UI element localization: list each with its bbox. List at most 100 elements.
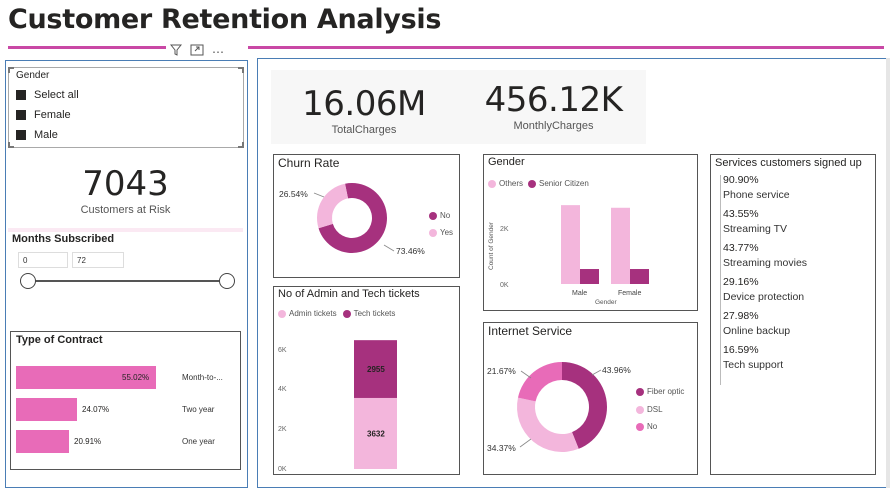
legend-label: Fiber optic [647, 387, 685, 396]
donut-slice-yes[interactable] [317, 183, 349, 229]
service-item: 43.55% Streaming TV [723, 207, 875, 237]
churn-yes-pct: 26.54% [279, 189, 308, 199]
service-percentage: 16.59% [723, 344, 759, 356]
gender-bar-others[interactable] [611, 207, 630, 284]
donut-slice-dsl[interactable] [517, 397, 579, 452]
total-charges-card: 16.06M TotalCharges [289, 84, 439, 136]
service-item: 27.98% Online backup [723, 309, 875, 339]
page-title: Customer Retention Analysis [8, 4, 442, 35]
tickets-chart-title: No of Admin and Tech tickets [278, 288, 420, 300]
legend-no[interactable]: No [429, 211, 450, 220]
legend-yes[interactable]: Yes [429, 228, 453, 237]
tickets-admin-label: 3632 [367, 429, 385, 438]
contract-bar-value: 24.07% [82, 405, 110, 414]
customers-at-risk-value: 7043 [82, 164, 169, 204]
service-percentage: 43.77% [723, 242, 759, 254]
gender-bar-senior-citizen[interactable] [630, 269, 649, 284]
gender-chart: Gender Others Senior Citizen Count of Ge… [483, 154, 698, 311]
internet-dsl-pct: 34.37% [487, 443, 516, 453]
legend-dot [636, 405, 644, 414]
vertical-scrollbar[interactable] [886, 58, 890, 488]
range-slider-track[interactable] [28, 280, 228, 282]
internet-chart-title: Internet Service [488, 324, 573, 338]
slicer-option-female[interactable]: Female [16, 105, 243, 125]
resize-handle[interactable] [8, 142, 14, 148]
services-divider [720, 175, 721, 385]
gender-x-tick-female: Female [618, 290, 641, 297]
total-charges-label: TotalCharges [331, 124, 397, 136]
range-min-input[interactable]: 0 [18, 252, 68, 268]
resize-handle[interactable] [8, 67, 14, 73]
filter-icon[interactable] [169, 43, 183, 61]
slicer-option-label: Male [34, 129, 58, 141]
contract-category-label: Month-to-... [182, 373, 223, 382]
service-percentage: 29.16% [723, 276, 759, 288]
focus-mode-icon[interactable] [190, 43, 204, 61]
tickets-legend[interactable]: Admin tickets Tech tickets [278, 309, 395, 318]
gender-y-axis-label: Count of Gender [488, 221, 495, 270]
internet-service-chart: Internet Service 21.67% 34.37% 43.96% Fi… [483, 322, 698, 475]
gender-bar-others[interactable] [561, 205, 580, 284]
leader-line [383, 244, 395, 252]
gender-bar-senior-citizen[interactable] [580, 269, 599, 284]
donut-slice-no-internet[interactable] [517, 362, 562, 402]
leader-line [520, 370, 532, 379]
gender-y-tick: 0K [500, 282, 509, 289]
legend-fiber-optic[interactable]: Fiber optic [636, 387, 684, 396]
checkbox-icon[interactable] [16, 130, 26, 140]
service-item: 43.77% Streaming movies [723, 241, 875, 271]
slicer-option-label: Select all [34, 89, 79, 101]
service-name: Device protection [723, 291, 805, 303]
contract-type-chart: Type of Contract 55.02% Month-to-... 24.07… [10, 331, 241, 470]
contract-bar[interactable] [16, 398, 77, 421]
legend-dot [636, 422, 644, 431]
service-name: Streaming movies [723, 257, 808, 269]
slicer-option-select-all[interactable]: Select all [16, 85, 243, 105]
gender-chart-title: Gender [488, 156, 525, 168]
service-percentage: 43.55% [723, 208, 759, 220]
legend-label: No [647, 422, 658, 431]
checkbox-icon[interactable] [16, 90, 26, 100]
resize-handle[interactable] [238, 67, 244, 73]
gender-bars-svg: Count of Gender 2K 0K Male Female Gender [488, 205, 649, 306]
customers-at-risk-card: 7043 Customers at Risk [8, 156, 243, 228]
monthly-charges-value: 456.12K [484, 80, 623, 120]
slicer-option-male[interactable]: Male [16, 125, 243, 145]
service-name: Streaming TV [723, 223, 787, 235]
legend-dot [528, 179, 537, 188]
legend-others[interactable]: Others Senior Citizen [488, 179, 589, 188]
service-percentage: 90.90% [723, 174, 759, 186]
gender-slicer: Gender Select all Female Male [8, 67, 244, 148]
resize-handle[interactable] [238, 142, 244, 148]
legend-no-internet[interactable]: No [636, 422, 657, 431]
legend-dot [429, 211, 437, 220]
contract-category-label: Two year [182, 405, 215, 414]
legend-dsl[interactable]: DSL [636, 405, 663, 414]
checkbox-icon[interactable] [16, 110, 26, 120]
legend-label: DSL [647, 405, 663, 414]
legend-dot [342, 309, 351, 318]
leader-line [519, 438, 532, 448]
total-charges-value: 16.06M [302, 84, 426, 124]
service-item: 90.90% Phone service [723, 173, 875, 203]
tickets-y-tick: 0K [278, 466, 287, 473]
contract-row[interactable]: 24.07% Two year [16, 398, 236, 421]
monthly-charges-card: 456.12K MonthlyCharges [471, 80, 636, 132]
contract-bar[interactable] [16, 430, 69, 453]
churn-rate-chart: Churn Rate 26.54% 73.46% No Yes [273, 154, 460, 278]
services-title: Services customers signed up [715, 157, 862, 169]
more-options-icon[interactable]: ⋯ [212, 45, 225, 59]
title-divider [8, 46, 884, 49]
churn-no-pct: 73.46% [396, 246, 425, 256]
legend-label: Tech tickets [353, 309, 396, 318]
range-slider-min-handle[interactable] [20, 273, 36, 289]
leader-line [313, 192, 325, 198]
contract-bar-value: 55.02% [122, 373, 150, 382]
range-max-input[interactable]: 72 [72, 252, 124, 268]
contract-row[interactable]: 55.02% Month-to-... [16, 366, 236, 389]
service-name: Phone service [723, 189, 790, 201]
tickets-y-tick: 6K [278, 347, 287, 354]
contract-row[interactable]: 20.91% One year [16, 430, 236, 453]
range-slider-max-handle[interactable] [219, 273, 235, 289]
customers-at-risk-label: Customers at Risk [80, 204, 171, 216]
